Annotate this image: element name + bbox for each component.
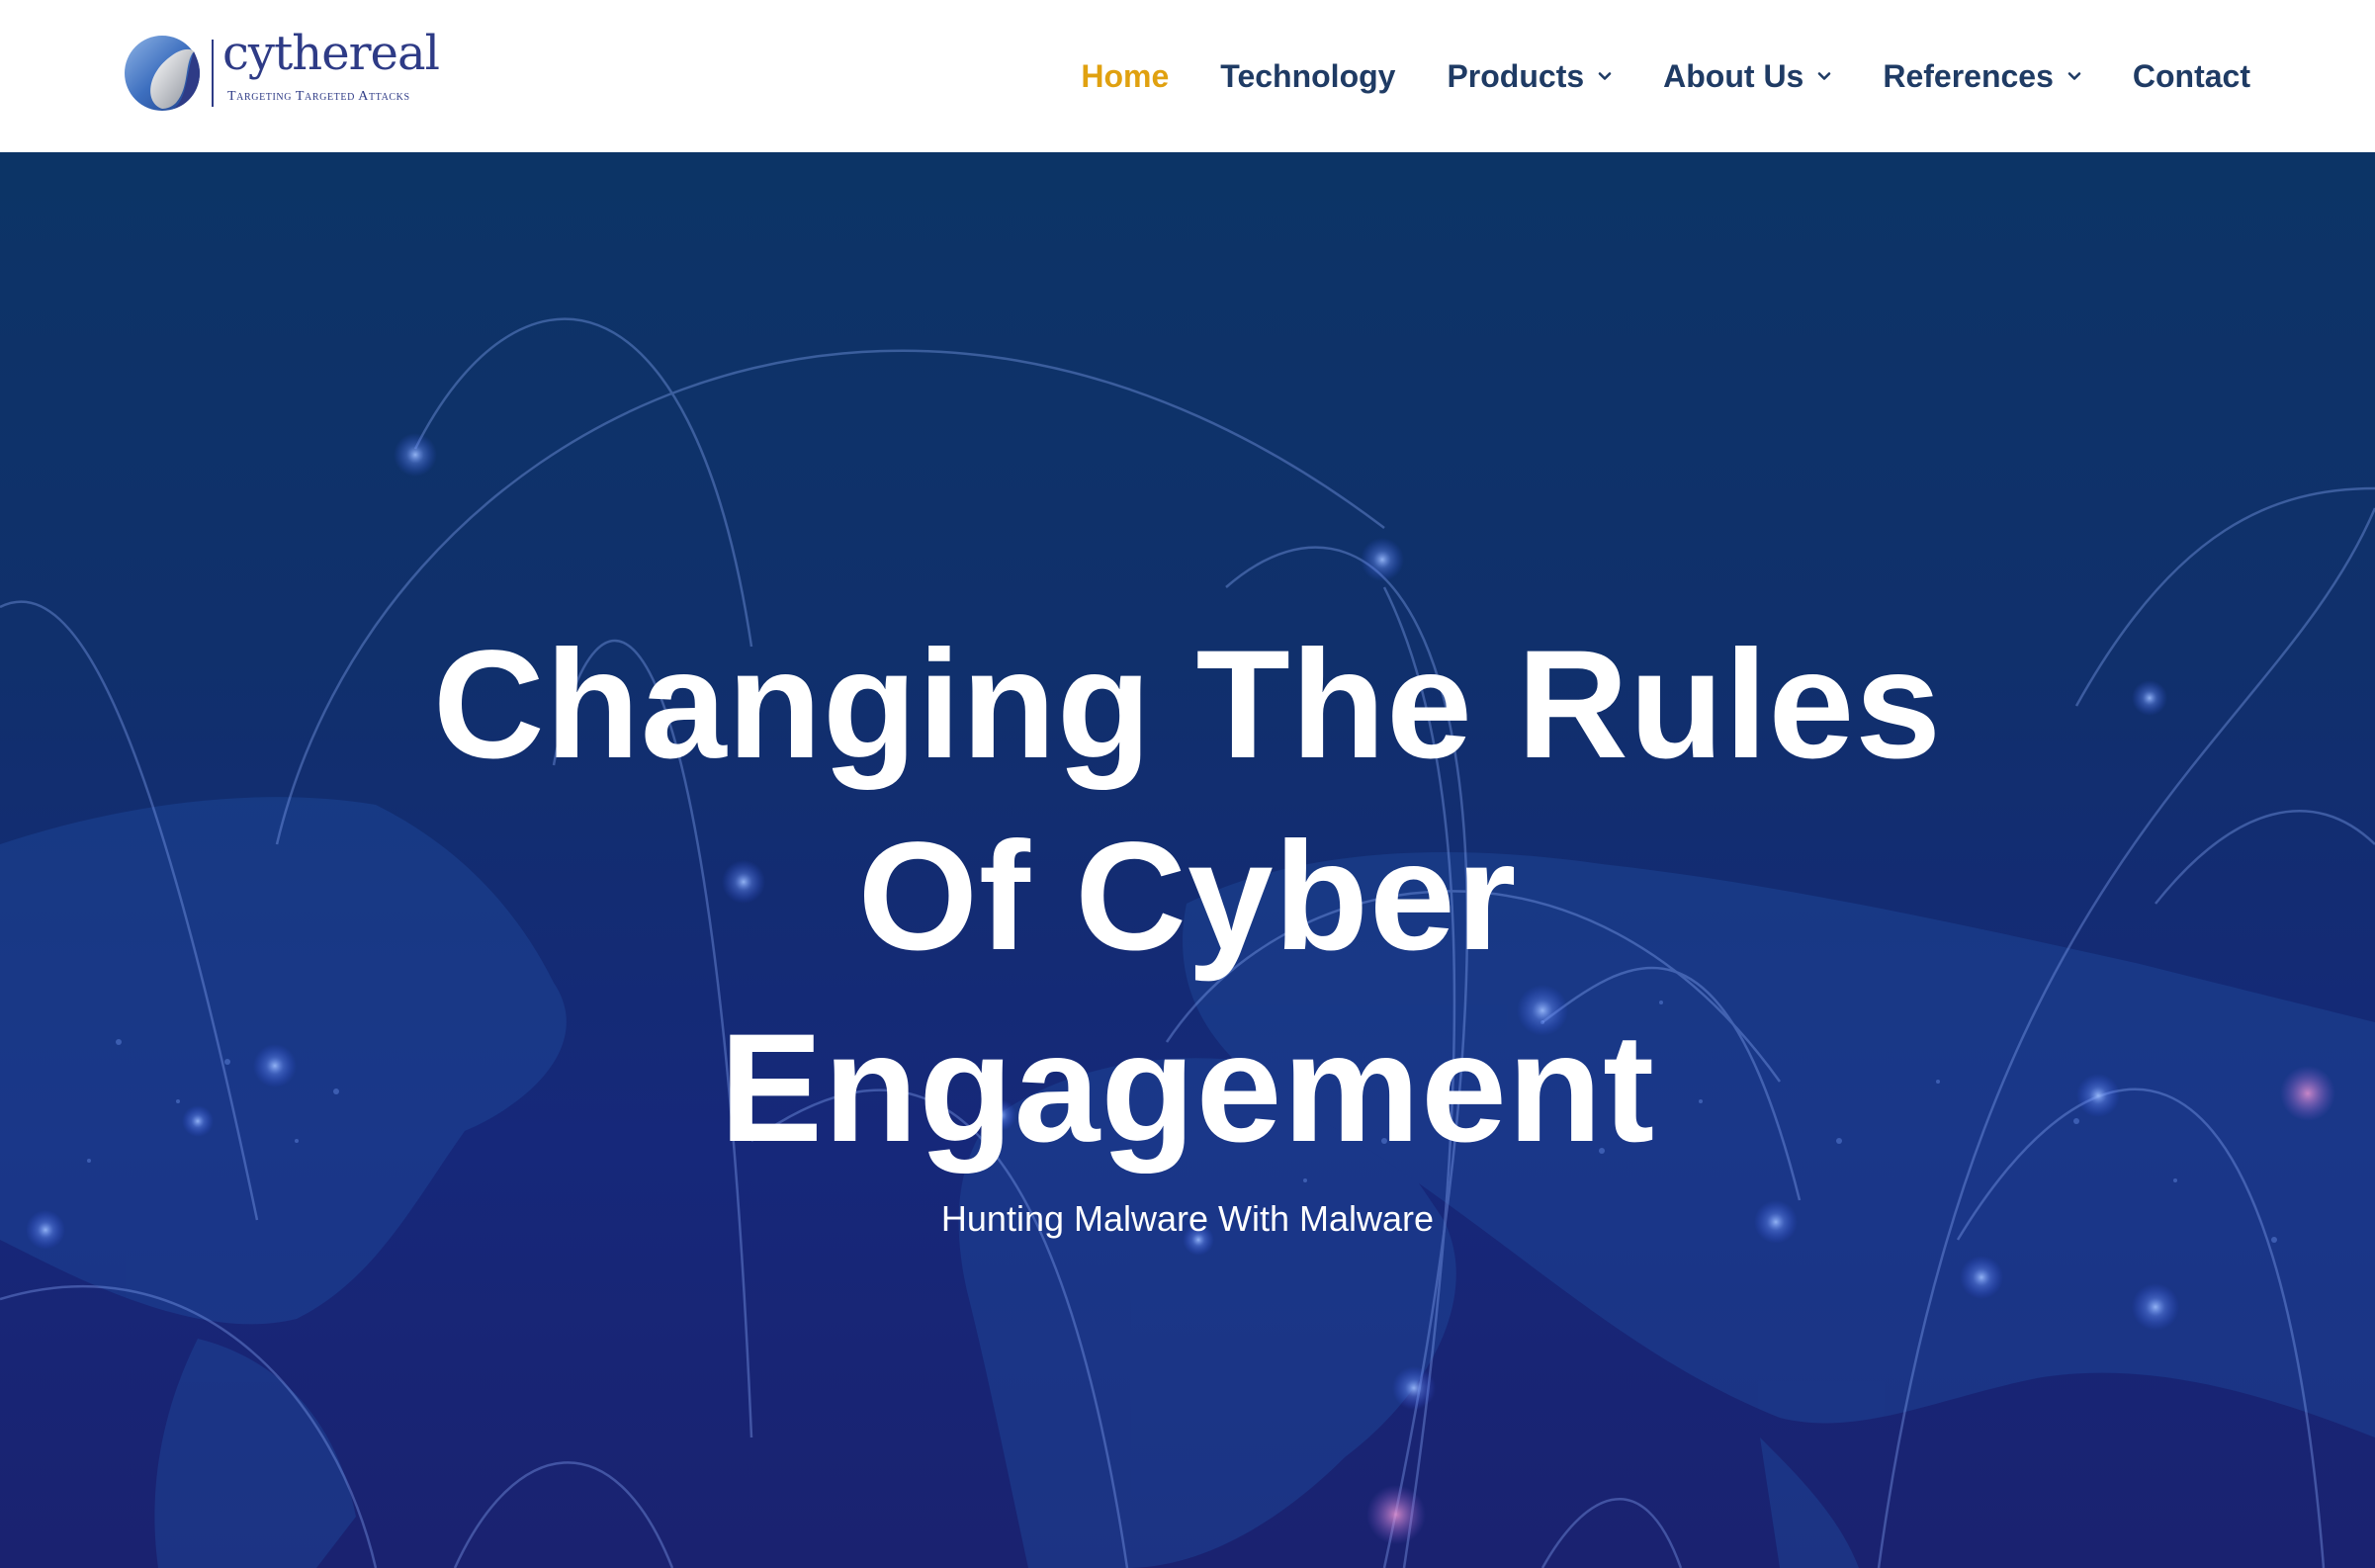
nav-item-about-us[interactable]: About Us [1663,58,1831,95]
nav-item-references[interactable]: References [1883,58,2081,95]
nav-item-label: Contact [2132,57,2250,94]
hero-subtitle: Hunting Malware With Malware [940,1198,1435,1239]
cythereal-logo-icon [125,36,200,111]
brand-tagline: Targeting Targeted Attacks [227,89,410,104]
hero-content: Changing The Rules Of Cyber Engagement H… [0,609,2375,1240]
nav-item-products[interactable]: Products [1447,58,1612,95]
nav-item-contact[interactable]: Contact [2133,58,2250,95]
hero-title-line: Of Cyber [857,811,1518,983]
chevron-down-icon [1598,72,1612,80]
logo-link[interactable]: cythereal Targeting Targeted Attacks [125,26,440,115]
nav-item-label: Home [1081,57,1170,94]
nav-item-label: Products [1447,57,1585,94]
nav-item-label: About Us [1663,57,1804,94]
chevron-down-icon [1818,72,1831,80]
site-header: cythereal Targeting Targeted Attacks Hom… [0,0,2375,152]
chevron-down-icon [2067,72,2081,80]
nav-item-label: Technology [1220,57,1396,94]
logo-divider [212,40,214,107]
hero-title-line: Changing The Rules [432,619,1943,791]
nav-item-technology[interactable]: Technology [1220,58,1395,95]
main-navigation: Home Technology Products About Us Refere… [1081,0,2250,152]
hero-section: Changing The Rules Of Cyber Engagement H… [0,152,2375,1568]
nav-item-home[interactable]: Home [1081,58,1169,95]
brand-name: cythereal [222,26,440,81]
hero-title-line: Engagement [719,1002,1656,1175]
nav-item-label: References [1883,57,2054,94]
hero-title: Changing The Rules Of Cyber Engagement [347,609,2028,1184]
